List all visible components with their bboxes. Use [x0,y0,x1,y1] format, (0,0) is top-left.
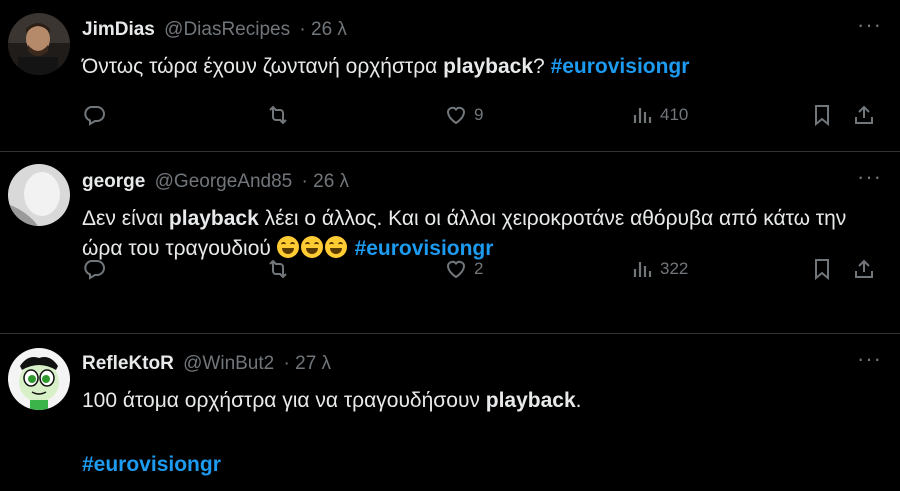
bold-text: playback [485,389,576,412]
more-options-icon[interactable]: ··· [857,348,882,370]
tweet-header: RefleKtoR @WinBut2 · 27 λ [82,352,880,376]
display-name[interactable]: JimDias [82,19,155,40]
display-name[interactable]: RefleKtoR [82,353,174,374]
like-button[interactable]: 2 [444,257,483,281]
share-button[interactable] [852,103,876,127]
more-options-icon[interactable]: ··· [857,166,882,188]
hashtag-link[interactable]: #eurovisiongr [551,55,690,78]
tweet[interactable]: george @GeorgeAnd85 · 26 λ Δεν είναι pla… [0,152,900,334]
retweet-button[interactable] [266,103,290,127]
user-handle[interactable]: @DiasRecipes [164,19,290,40]
text-segment: Δεν είναι [82,207,169,230]
heart-icon [446,106,466,125]
text-segment: ? [533,55,551,78]
user-handle[interactable]: @WinBut2 [183,353,274,374]
laughing-emoji-icon [276,236,299,258]
timestamp[interactable]: · 26 λ [299,19,347,40]
tweet-header: JimDias @DiasRecipes · 26 λ [82,18,880,42]
bookmark-icon [815,259,829,281]
timestamp[interactable]: · 26 λ [302,171,350,192]
hashtag-link[interactable]: #eurovisiongr [82,453,221,476]
tweet-actions: 2 322 [82,256,888,282]
user-handle[interactable]: @GeorgeAnd85 [155,171,293,192]
laughing-emoji-icon [324,236,347,258]
bookmark-button[interactable] [810,103,834,127]
heart-icon [446,260,466,279]
avatar[interactable] [8,13,70,75]
text-segment: . [575,389,582,412]
text-segment: Όντως τώρα έχουν ζωντανή ορχήστρα [82,55,444,78]
view-count: 322 [660,259,689,278]
tweet-actions: 9 410 [82,102,888,128]
avatar[interactable] [8,164,70,226]
tweet-text: 100 άτομα ορχήστρα για να τραγουδήσουν p… [82,386,880,416]
retweet-icon [269,105,287,125]
tweet[interactable]: RefleKtoR @WinBut2 · 27 λ 100 άτομα ορχή… [0,334,900,491]
views-chart-icon [633,262,652,277]
share-icon [855,105,873,124]
text-segment: 100 άτομα ορχήστρα για να τραγουδήσουν [82,389,486,412]
timestamp[interactable]: · 27 λ [284,353,332,374]
display-name[interactable]: george [82,171,145,192]
tweet[interactable]: JimDias @DiasRecipes · 26 λ Όντως τώρα έ… [0,0,900,152]
reply-icon [84,106,105,126]
bookmark-button[interactable] [810,257,834,281]
tweet-text: Δεν είναι playback λέει ο άλλος. Και οι … [82,204,880,264]
laughing-emoji-icon [300,236,323,258]
retweet-button[interactable] [266,257,290,281]
views-chart-icon [633,108,652,123]
more-options-icon[interactable]: ··· [857,14,882,36]
retweet-icon [269,259,287,279]
share-icon [855,259,873,278]
tweet-text: Όντως τώρα έχουν ζωντανή ορχήστρα playba… [82,52,880,82]
views-button[interactable]: 410 [630,103,688,127]
bold-text: playback [443,55,534,78]
like-count: 2 [474,259,484,278]
tweet-header: george @GeorgeAnd85 · 26 λ [82,170,880,194]
tweet-text-line: #eurovisiongr [82,450,880,480]
like-count: 9 [474,105,484,124]
share-button[interactable] [852,257,876,281]
like-button[interactable]: 9 [444,103,483,127]
reply-icon [84,260,105,280]
view-count: 410 [660,105,689,124]
views-button[interactable]: 322 [630,257,688,281]
avatar[interactable] [8,348,70,410]
reply-button[interactable] [82,257,106,281]
reply-button[interactable] [82,103,106,127]
bold-text: playback [168,207,259,230]
bookmark-icon [815,105,829,127]
